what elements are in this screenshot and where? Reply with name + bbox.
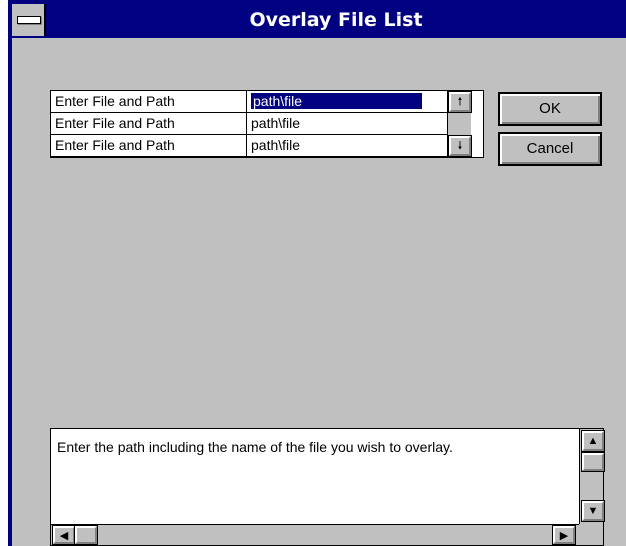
grid-vertical-scrollbar[interactable]: 🠕 🠗 — [447, 91, 472, 157]
grid-row[interactable]: Enter File and Path path\file — [51, 91, 447, 113]
title-bar[interactable]: Overlay File List — [12, 4, 626, 36]
help-horizontal-scrollbar[interactable]: ◀ ▶ — [51, 524, 579, 545]
help-vertical-scrollbar[interactable]: ▲ ▼ — [579, 429, 605, 524]
ok-button[interactable]: OK — [498, 92, 602, 126]
scroll-down-icon[interactable]: ▼ — [581, 500, 605, 522]
scroll-thumb[interactable] — [581, 452, 605, 472]
system-menu-bar — [17, 16, 41, 24]
scroll-left-icon[interactable]: ◀ — [52, 525, 76, 545]
help-text-box[interactable]: Enter the path including the name of the… — [50, 428, 605, 546]
dialog-window: Overlay File List Enter File and Path pa… — [8, 0, 626, 546]
scroll-up-icon[interactable]: ▲ — [581, 430, 605, 452]
path-input[interactable]: path\file — [247, 135, 447, 156]
path-value: path\file — [249, 92, 424, 110]
file-list-grid: Enter File and Path path\file Enter File… — [50, 90, 484, 158]
scroll-up-icon[interactable]: 🠕 — [448, 91, 472, 113]
scroll-down-icon[interactable]: 🠗 — [448, 135, 472, 157]
dialog-client-area: Enter File and Path path\file Enter File… — [12, 38, 626, 546]
grid-row[interactable]: Enter File and Path path\file — [51, 135, 447, 157]
path-input[interactable]: path\file — [247, 91, 447, 112]
help-text: Enter the path including the name of the… — [57, 439, 453, 455]
row-label: Enter File and Path — [51, 91, 247, 112]
system-menu-icon[interactable] — [12, 4, 46, 36]
grid-row[interactable]: Enter File and Path path\file — [51, 113, 447, 135]
row-label: Enter File and Path — [51, 113, 247, 134]
window-title: Overlay File List — [249, 9, 423, 31]
row-label: Enter File and Path — [51, 135, 247, 156]
scroll-thumb[interactable] — [74, 525, 98, 545]
scrollbar-corner — [579, 524, 603, 545]
path-input[interactable]: path\file — [247, 113, 447, 134]
cancel-button[interactable]: Cancel — [498, 132, 602, 166]
scroll-right-icon[interactable]: ▶ — [552, 525, 576, 545]
